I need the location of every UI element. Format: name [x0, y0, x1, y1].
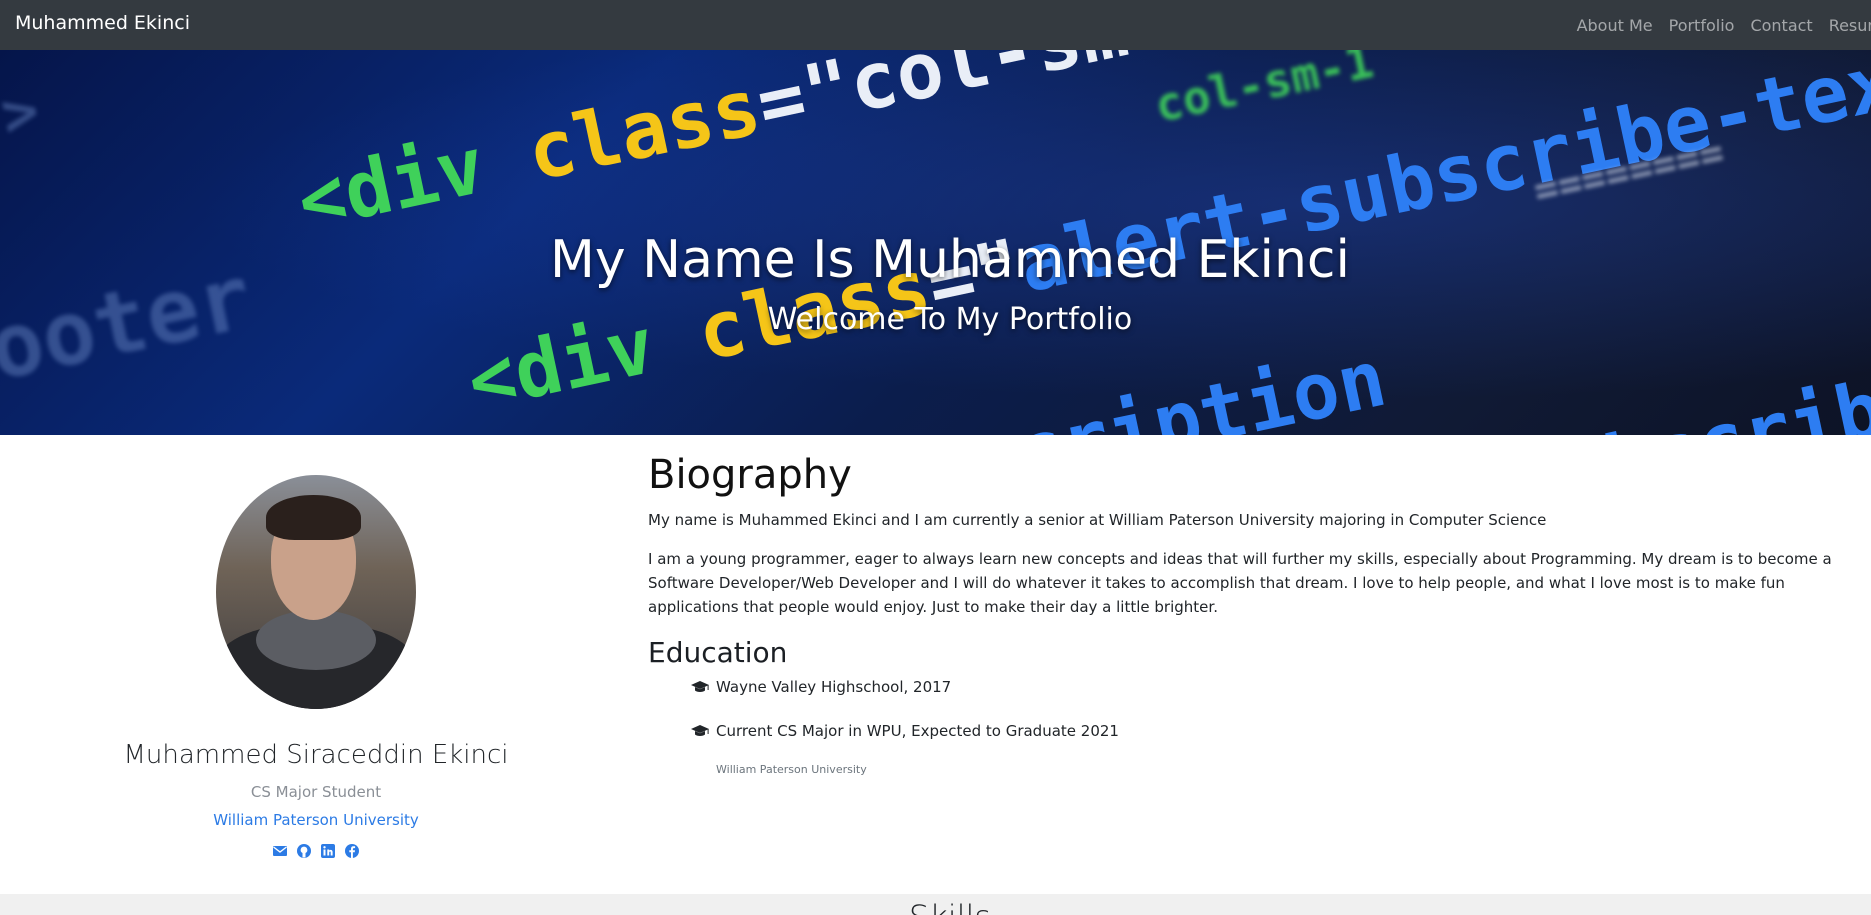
top-navbar: Muhammed Ekinci About Me Portfolio Conta… — [0, 0, 1871, 50]
graduation-cap-icon — [691, 681, 709, 692]
envelope-icon[interactable] — [272, 843, 288, 859]
biography-paragraph-2: I am a young programmer, eager to always… — [648, 550, 1832, 616]
hero-subtitle: Welcome To My Portfolio — [767, 302, 1133, 337]
education-caption: William Paterson University — [716, 763, 867, 776]
profile-avatar — [216, 475, 416, 709]
education-item-text: Current CS Major in WPU, Expected to Gra… — [716, 722, 1119, 740]
navbar-links: About Me Portfolio Contact Resum — [1561, 0, 1871, 50]
linkedin-icon[interactable] — [320, 843, 336, 859]
graduation-cap-icon — [691, 725, 709, 736]
profile-school-link[interactable]: William Paterson University — [0, 811, 632, 829]
education-heading: Education — [648, 636, 788, 669]
skills-heading: Skills — [0, 898, 1871, 915]
navbar-brand[interactable]: Muhammed Ekinci — [15, 12, 190, 34]
nav-resume[interactable]: Resum — [1829, 16, 1871, 35]
hero-title: My Name Is Muhammed Ekinci — [550, 230, 1350, 290]
facebook-icon[interactable] — [344, 843, 360, 859]
hero-banner: /> ooter <div class="col-sm-3 col-sm-1 <… — [0, 50, 1871, 435]
social-links — [0, 843, 632, 859]
nav-portfolio[interactable]: Portfolio — [1669, 16, 1735, 35]
education-item: Current CS Major in WPU, Expected to Gra… — [690, 722, 1119, 740]
profile-name: Muhammed Siraceddin Ekinci — [123, 740, 509, 770]
nav-about-me[interactable]: About Me — [1577, 16, 1653, 35]
skills-section: Skills — [0, 894, 1871, 915]
github-icon[interactable] — [296, 843, 312, 859]
education-item-text: Wayne Valley Highschool, 2017 — [716, 678, 952, 696]
biography-heading: Biography — [648, 452, 852, 498]
education-item: Wayne Valley Highschool, 2017 — [690, 678, 951, 696]
nav-contact[interactable]: Contact — [1750, 16, 1812, 35]
profile-role: CS Major Student — [250, 783, 382, 801]
biography-paragraph-1: My name is Muhammed Ekinci and I am curr… — [648, 511, 1547, 529]
